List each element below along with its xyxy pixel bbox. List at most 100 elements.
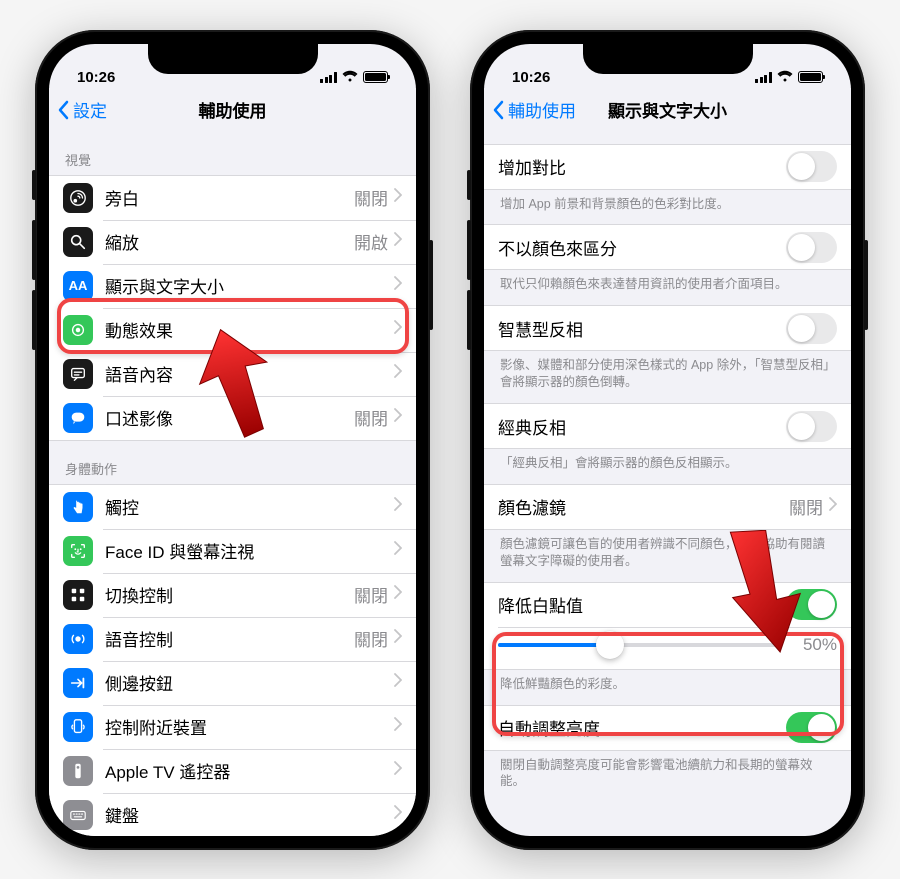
chevron-right-icon xyxy=(394,232,402,251)
back-button[interactable]: 設定 xyxy=(57,88,107,132)
row-value: 開啟 xyxy=(354,229,388,254)
toggle-increase-contrast[interactable] xyxy=(786,151,837,182)
group-header-visual: 視覺 xyxy=(49,132,416,175)
row-audio-description[interactable]: 口述影像 關閉 xyxy=(49,396,416,440)
chevron-right-icon xyxy=(394,761,402,780)
chevron-right-icon xyxy=(394,188,402,207)
toggle-differentiate-color[interactable] xyxy=(786,232,837,263)
row-label: 觸控 xyxy=(105,494,394,519)
wifi-icon xyxy=(777,69,793,86)
chevron-right-icon xyxy=(394,805,402,824)
row-value: 關閉 xyxy=(354,582,388,607)
nav-bar: 輔助使用 顯示與文字大小 xyxy=(484,88,851,132)
chevron-right-icon xyxy=(394,276,402,295)
chevron-right-icon xyxy=(394,541,402,560)
row-side-button[interactable]: 側邊按鈕 xyxy=(49,661,416,705)
chevron-left-icon xyxy=(492,100,504,120)
notch xyxy=(148,44,318,74)
back-label: 輔助使用 xyxy=(508,97,576,122)
side-button-icon xyxy=(63,668,93,698)
row-apple-tv-remote[interactable]: Apple TV 遙控器 xyxy=(49,749,416,793)
row-switch-control[interactable]: 切換控制 關閉 xyxy=(49,573,416,617)
group-header-physical: 身體動作 xyxy=(49,441,416,484)
chevron-right-icon xyxy=(394,408,402,427)
row-auto-brightness[interactable]: 自動調整亮度 xyxy=(484,706,851,750)
row-label: 鍵盤 xyxy=(105,802,394,827)
nearby-icon xyxy=(63,712,93,742)
row-voice-control[interactable]: 語音控制 關閉 xyxy=(49,617,416,661)
switch-icon xyxy=(63,580,93,610)
row-label: 縮放 xyxy=(105,229,354,254)
phone-right: 10:26 輔助使用 顯示與文字大小 增加對比 xyxy=(470,30,865,850)
row-label: 語音控制 xyxy=(105,626,354,651)
row-smart-invert[interactable]: 智慧型反相 xyxy=(484,306,851,350)
row-value: 關閉 xyxy=(354,626,388,651)
row-display-text-size[interactable]: AA 顯示與文字大小 xyxy=(49,264,416,308)
row-zoom[interactable]: 縮放 開啟 xyxy=(49,220,416,264)
nav-bar: 設定 輔助使用 xyxy=(49,88,416,132)
row-label: 切換控制 xyxy=(105,582,354,607)
row-reduce-white-point[interactable]: 降低白點值 xyxy=(484,583,851,627)
row-value: 關閉 xyxy=(789,494,823,519)
back-button[interactable]: 輔助使用 xyxy=(492,88,576,132)
row-motion[interactable]: 動態效果 xyxy=(49,308,416,352)
row-classic-invert[interactable]: 經典反相 xyxy=(484,404,851,448)
zoom-icon xyxy=(63,227,93,257)
status-time: 10:26 xyxy=(512,69,550,86)
row-color-filters[interactable]: 顏色濾鏡 關閉 xyxy=(484,485,851,529)
text-size-icon: AA xyxy=(63,271,93,301)
nav-title: 顯示與文字大小 xyxy=(608,97,727,122)
chevron-right-icon xyxy=(394,320,402,339)
slider-white-point[interactable]: 50% xyxy=(484,627,851,669)
row-voiceover[interactable]: 旁白 關閉 xyxy=(49,176,416,220)
row-keyboard[interactable]: 鍵盤 xyxy=(49,793,416,836)
row-label: 顯示與文字大小 xyxy=(105,273,394,298)
phone-left: 10:26 設定 輔助使用 視覺 旁白 xyxy=(35,30,430,850)
slider-track[interactable] xyxy=(498,643,779,647)
toggle-smart-invert[interactable] xyxy=(786,313,837,344)
row-label: 增加對比 xyxy=(498,154,786,179)
footer-text: 取代只仰賴顏色來表達替用資訊的使用者介面項目。 xyxy=(484,270,851,305)
row-spoken-content[interactable]: 語音內容 xyxy=(49,352,416,396)
row-label: 顏色濾鏡 xyxy=(498,494,789,519)
toggle-reduce-white-point[interactable] xyxy=(786,589,837,620)
slider-thumb[interactable] xyxy=(596,631,624,659)
toggle-auto-brightness[interactable] xyxy=(786,712,837,743)
row-label: 動態效果 xyxy=(105,317,394,342)
bubble-icon xyxy=(63,403,93,433)
footer-text: 顏色濾鏡可讓色盲的使用者辨識不同顏色，以及協助有閱讀螢幕文字障礙的使用者。 xyxy=(484,530,851,582)
row-label: Face ID 與螢幕注視 xyxy=(105,538,394,563)
row-label: 降低白點值 xyxy=(498,592,786,617)
notch xyxy=(583,44,753,74)
chevron-right-icon xyxy=(394,673,402,692)
row-label: 智慧型反相 xyxy=(498,316,786,341)
signal-icon xyxy=(755,72,772,83)
row-label: 語音內容 xyxy=(105,361,394,386)
chevron-right-icon xyxy=(394,717,402,736)
row-label: 經典反相 xyxy=(498,414,786,439)
footer-text: 影像、媒體和部分使用深色樣式的 App 除外，「智慧型反相」會將顯示器的顏色倒轉… xyxy=(484,351,851,403)
battery-icon xyxy=(363,71,388,83)
row-increase-contrast[interactable]: 增加對比 xyxy=(484,145,851,189)
voice-icon xyxy=(63,624,93,654)
footer-text: 「經典反相」會將顯示器的顏色反相顯示。 xyxy=(484,449,851,484)
chevron-left-icon xyxy=(57,100,69,120)
row-value: 關閉 xyxy=(354,185,388,210)
toggle-classic-invert[interactable] xyxy=(786,411,837,442)
back-label: 設定 xyxy=(73,97,107,122)
chevron-right-icon xyxy=(394,364,402,383)
row-touch[interactable]: 觸控 xyxy=(49,485,416,529)
row-nearby-devices[interactable]: 控制附近裝置 xyxy=(49,705,416,749)
keyboard-icon xyxy=(63,800,93,830)
row-label: 控制附近裝置 xyxy=(105,714,394,739)
remote-icon xyxy=(63,756,93,786)
chevron-right-icon xyxy=(394,629,402,648)
row-label: 側邊按鈕 xyxy=(105,670,394,695)
row-faceid[interactable]: Face ID 與螢幕注視 xyxy=(49,529,416,573)
motion-icon xyxy=(63,315,93,345)
row-label: 口述影像 xyxy=(105,405,354,430)
slider-value: 50% xyxy=(789,635,837,655)
row-differentiate-color[interactable]: 不以顏色來區分 xyxy=(484,225,851,269)
footer-text: 關閉自動調整亮度可能會影響電池續航力和長期的螢幕效能。 xyxy=(484,751,851,803)
footer-text: 增加 App 前景和背景顏色的色彩對比度。 xyxy=(484,190,851,225)
